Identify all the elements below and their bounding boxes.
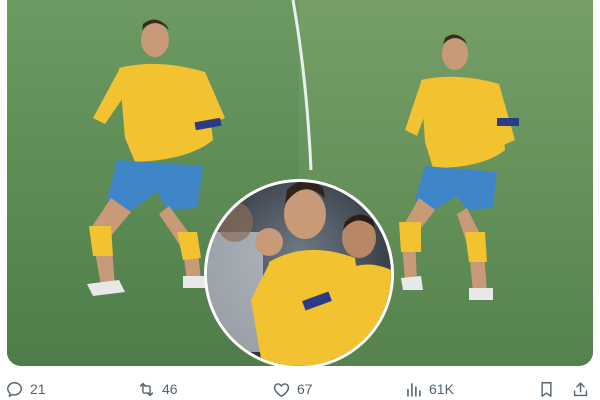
bookmark-button[interactable] (537, 378, 556, 400)
repost-button[interactable]: 46 (137, 378, 178, 400)
views-count: 61K (429, 381, 454, 397)
collage-image (7, 0, 593, 366)
like-icon (273, 382, 290, 397)
reply-icon (7, 381, 22, 397)
share-icon (573, 381, 588, 396)
reply-count: 21 (30, 381, 46, 397)
like-count: 67 (297, 381, 313, 397)
post-media-image[interactable] (7, 0, 593, 366)
post-action-bar: 21 46 67 61K (0, 374, 600, 400)
share-button[interactable] (571, 378, 590, 400)
repost-icon (139, 382, 154, 396)
views-button[interactable]: 61K (404, 378, 454, 400)
bookmark-icon (541, 381, 552, 397)
reply-button[interactable]: 21 (5, 378, 46, 400)
like-button[interactable]: 67 (272, 378, 313, 400)
views-icon (407, 382, 421, 397)
repost-count: 46 (162, 381, 178, 397)
